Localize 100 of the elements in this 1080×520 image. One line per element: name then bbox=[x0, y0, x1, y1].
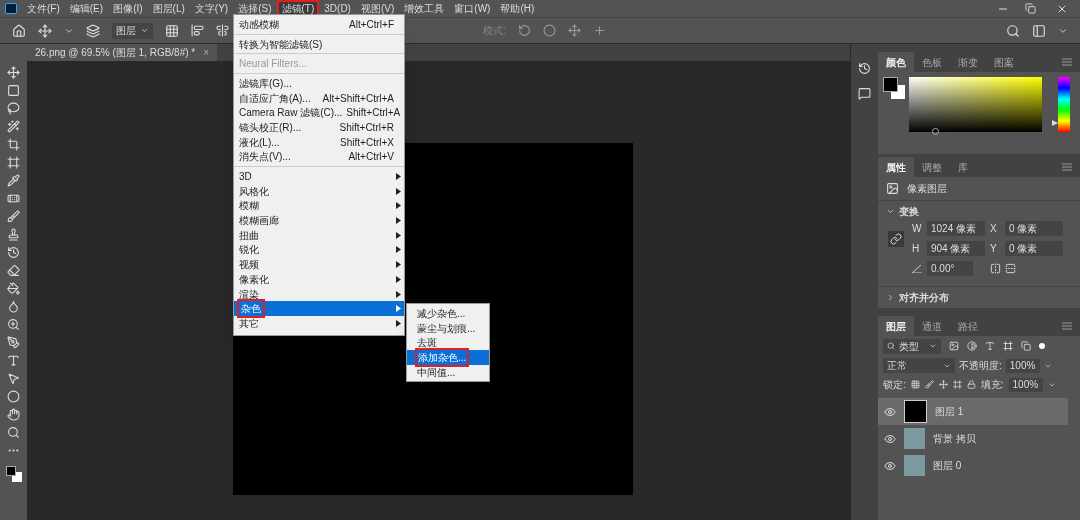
lock-pixels-icon[interactable] bbox=[910, 380, 920, 389]
height-field[interactable]: 904 像素 bbox=[927, 241, 985, 256]
brush-icon[interactable] bbox=[7, 210, 20, 223]
flip-vertical-icon[interactable] bbox=[1005, 263, 1016, 274]
align-icon[interactable] bbox=[191, 24, 204, 37]
panel-tab[interactable]: 通道 bbox=[914, 316, 950, 336]
eyedropper-icon[interactable] bbox=[7, 174, 20, 187]
marquee-icon[interactable] bbox=[7, 84, 20, 97]
menu-item[interactable]: 3D bbox=[234, 169, 404, 184]
menu-item[interactable]: 蒙尘与划痕... bbox=[407, 320, 489, 336]
panel-tab[interactable]: 图层 bbox=[878, 316, 914, 336]
search-icon[interactable] bbox=[1006, 23, 1020, 38]
pen-icon[interactable] bbox=[7, 336, 20, 349]
opacity-field[interactable]: 100% bbox=[1005, 358, 1040, 373]
panel-tab[interactable]: 图案 bbox=[986, 52, 1022, 72]
panel-tab[interactable]: 库 bbox=[950, 157, 976, 177]
slide-3d-icon[interactable] bbox=[592, 24, 606, 37]
lock-artboard-icon[interactable] bbox=[952, 380, 962, 389]
layers-icon[interactable] bbox=[86, 23, 100, 38]
history-icon[interactable] bbox=[7, 246, 20, 259]
eye-icon[interactable] bbox=[884, 405, 896, 418]
menu-item[interactable]: 去斑 bbox=[407, 335, 489, 351]
panel-tab[interactable]: 路径 bbox=[950, 316, 986, 336]
comment-icon[interactable] bbox=[858, 87, 871, 100]
menu-item[interactable]: 自适应广角(A)... Alt+Shift+Ctrl+A bbox=[234, 90, 404, 106]
menu-item[interactable]: 帮助(H) bbox=[495, 0, 540, 17]
menu-item[interactable]: 文件(F) bbox=[22, 0, 65, 17]
blend-mode-dropdown[interactable]: 正常 bbox=[883, 358, 955, 373]
layer-select-dropdown[interactable]: 图层 bbox=[112, 22, 153, 39]
menu-item[interactable]: 图像(I) bbox=[108, 0, 148, 17]
color-field[interactable] bbox=[909, 77, 1042, 132]
lock-position-icon[interactable] bbox=[938, 380, 948, 389]
menu-item[interactable]: 视图(V) bbox=[355, 0, 400, 17]
angle-field[interactable]: 0.00° bbox=[927, 261, 973, 276]
bucket-icon[interactable] bbox=[7, 282, 20, 295]
menu-item[interactable]: 滤镜库(G)... bbox=[234, 76, 404, 91]
menu-item[interactable]: 其它 bbox=[234, 316, 404, 331]
fg-bg-swatch[interactable] bbox=[883, 77, 905, 99]
wand-icon[interactable] bbox=[7, 120, 20, 133]
fill-field[interactable]: 100% bbox=[1008, 377, 1043, 392]
color-swatches-icon[interactable] bbox=[5, 466, 22, 482]
move-tool-icon[interactable] bbox=[38, 23, 52, 38]
document-tab[interactable]: 26.png @ 69.5% (图层 1, RGB/8#) * × bbox=[27, 44, 218, 61]
frame-icon[interactable] bbox=[7, 156, 20, 169]
eye-icon[interactable] bbox=[884, 459, 896, 472]
filter-toggle-icon[interactable] bbox=[1039, 343, 1045, 349]
type-filter-icon[interactable] bbox=[985, 341, 995, 351]
ellipse-icon[interactable] bbox=[7, 390, 20, 403]
menu-item[interactable]: 渲染 bbox=[234, 286, 404, 302]
lock-paint-icon[interactable] bbox=[924, 380, 934, 389]
panel-tab[interactable]: 渐变 bbox=[950, 52, 986, 72]
zoom-icon[interactable] bbox=[7, 426, 20, 439]
menu-item[interactable]: 风格化 bbox=[234, 183, 404, 199]
adjustment-filter-icon[interactable] bbox=[967, 341, 977, 351]
filter-dropdown[interactable]: 类型 bbox=[883, 338, 941, 354]
menu-item[interactable]: Camera Raw 滤镜(C)... Shift+Ctrl+A bbox=[234, 105, 404, 121]
menu-item[interactable]: 像素化 bbox=[234, 272, 404, 287]
menu-item[interactable]: 窗口(W) bbox=[449, 0, 496, 17]
workspace-icon[interactable] bbox=[1032, 23, 1046, 38]
x-field[interactable]: 0 像素 bbox=[1005, 221, 1063, 236]
eraser-icon[interactable] bbox=[7, 264, 20, 277]
panel-tab[interactable]: 色板 bbox=[914, 52, 950, 72]
menu-item[interactable]: 模糊画廊 bbox=[234, 213, 404, 228]
lock-icon[interactable] bbox=[966, 380, 976, 389]
shape-filter-icon[interactable] bbox=[1003, 341, 1013, 351]
lasso-icon[interactable] bbox=[7, 102, 20, 115]
move-tool-icon[interactable] bbox=[7, 66, 20, 79]
pointer-icon[interactable] bbox=[7, 372, 20, 385]
menu-item[interactable]: 动感模糊 Alt+Ctrl+F bbox=[234, 17, 404, 32]
menu-item[interactable]: 3D(D) bbox=[319, 0, 356, 17]
crop-icon[interactable] bbox=[7, 138, 20, 151]
menu-item[interactable]: 扭曲 bbox=[234, 227, 404, 243]
hand-icon[interactable] bbox=[7, 408, 20, 421]
menu-item[interactable]: 消失点(V)... Alt+Ctrl+V bbox=[234, 149, 404, 165]
menu-item[interactable]: 杂色 bbox=[234, 301, 404, 317]
menu-item[interactable]: 模糊 bbox=[234, 198, 404, 214]
transform-controls-icon[interactable] bbox=[165, 23, 179, 38]
menu-item[interactable]: 锐化 bbox=[234, 242, 404, 258]
pixel-filter-icon[interactable] bbox=[949, 341, 959, 351]
type-icon[interactable] bbox=[7, 354, 20, 367]
layer-row[interactable]: 图层 1 bbox=[878, 398, 1068, 425]
drag-3d-icon[interactable] bbox=[567, 24, 581, 37]
smart-filter-icon[interactable] bbox=[1021, 341, 1031, 351]
eye-icon[interactable] bbox=[884, 432, 896, 445]
y-field[interactable]: 0 像素 bbox=[1005, 241, 1063, 256]
rotate-3d-icon[interactable] bbox=[517, 24, 531, 37]
roll-3d-icon[interactable] bbox=[542, 24, 556, 37]
menu-item[interactable]: 增效工具 bbox=[399, 0, 450, 17]
panel-tab[interactable]: 属性 bbox=[878, 157, 914, 177]
menu-item[interactable]: 减少杂色... bbox=[407, 306, 489, 321]
stamp-icon[interactable] bbox=[7, 228, 20, 241]
home-icon[interactable] bbox=[12, 23, 26, 38]
menu-item[interactable]: 液化(L)... Shift+Ctrl+X bbox=[234, 134, 404, 150]
menu-item[interactable]: 图层(L) bbox=[147, 0, 190, 17]
link-icon[interactable] bbox=[888, 231, 904, 247]
width-field[interactable]: 1024 像素 bbox=[927, 221, 985, 236]
drop-icon[interactable] bbox=[7, 300, 20, 313]
flip-horizontal-icon[interactable] bbox=[990, 263, 1001, 274]
menu-item[interactable]: 镜头校正(R)... Shift+Ctrl+R bbox=[234, 120, 404, 135]
menu-item[interactable]: 中间值... bbox=[407, 364, 489, 380]
